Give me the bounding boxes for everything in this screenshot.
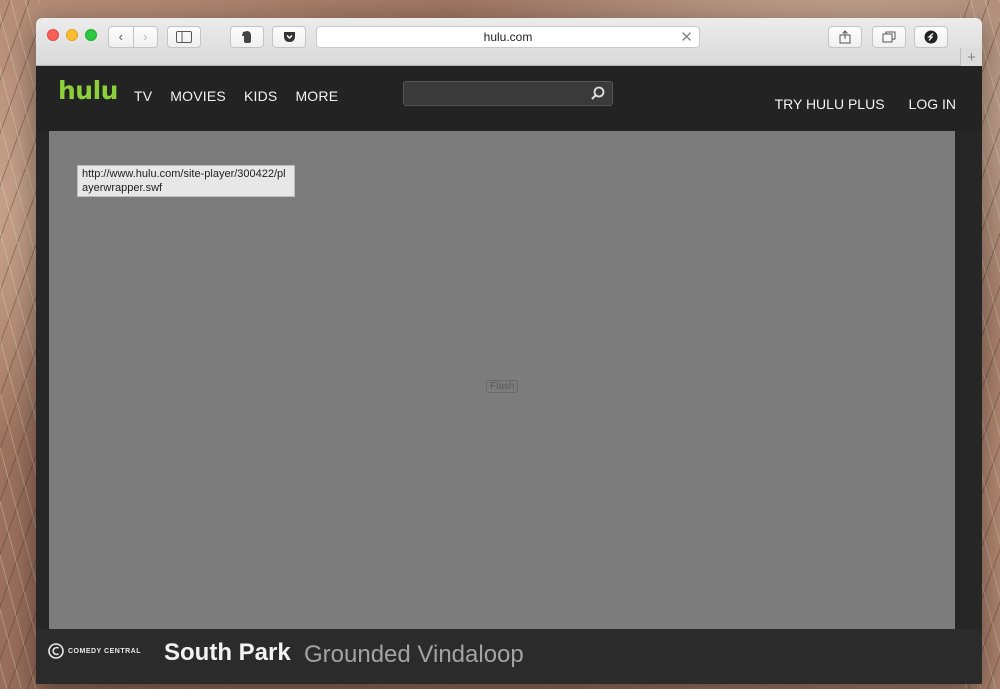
network-logo: COMEDY CENTRAL [48,643,141,659]
evernote-button[interactable] [230,26,264,48]
search-input[interactable] [403,81,613,106]
pocket-icon [283,32,295,42]
close-icon[interactable]: ✕ [680,29,693,47]
show-title[interactable]: South Park [164,639,291,667]
tabs-icon [882,31,896,43]
try-hulu-plus-link[interactable]: TRY HULU PLUS [775,96,885,112]
sidebar-icon [176,31,192,43]
sidebar-button[interactable] [167,26,201,48]
browser-toolbar: ‹ › hulu.com ✕ + [36,18,982,66]
extension-icon [924,30,938,44]
extension-button[interactable] [914,26,948,48]
search-icon[interactable] [589,85,606,102]
plus-icon: + [967,48,976,66]
nav-kids[interactable]: KIDS [244,88,277,104]
episode-title: Grounded Vindaloop [304,641,524,668]
player-area: http://www.hulu.com/site-player/300422/p… [36,131,982,629]
log-in-link[interactable]: LOG IN [909,96,956,112]
desktop-background-left [0,0,40,689]
chevron-left-icon[interactable]: ‹ [109,27,134,47]
new-tab-button[interactable]: + [960,48,982,66]
minimize-window-button[interactable] [66,29,78,41]
hulu-header: hulu TV MOVIES KIDS MORE TRY HULU PLUS L… [36,66,982,131]
main-nav: TV MOVIES KIDS MORE [134,88,338,104]
hulu-logo[interactable]: hulu [58,76,118,105]
show-tabs-button[interactable] [872,26,906,48]
evernote-icon [242,31,251,43]
comedy-central-icon [48,643,64,659]
video-player[interactable]: http://www.hulu.com/site-player/300422/p… [49,131,955,629]
nav-more[interactable]: MORE [295,88,338,104]
nav-tv[interactable]: TV [134,88,152,104]
nav-movies[interactable]: MOVIES [170,88,226,104]
back-forward-group: ‹ › [108,26,158,48]
close-window-button[interactable] [47,29,59,41]
zoom-window-button[interactable] [85,29,97,41]
browser-window: ‹ › hulu.com ✕ + hulu TV MOVIES KIDS MOR… [36,18,982,684]
chevron-right-icon[interactable]: › [134,27,158,47]
share-button[interactable] [828,26,862,48]
plugin-url-tooltip: http://www.hulu.com/site-player/300422/p… [77,165,295,197]
address-text: hulu.com [483,30,533,44]
address-bar[interactable]: hulu.com ✕ [316,26,700,48]
show-info-bar: COMEDY CENTRAL South Park Grounded Vinda… [36,629,982,684]
network-name: COMEDY CENTRAL [68,647,141,655]
share-icon [839,30,851,44]
window-controls [47,29,97,41]
pocket-button[interactable] [272,26,306,48]
flash-plugin-label[interactable]: Flash [486,380,519,393]
account-nav: TRY HULU PLUS LOG IN [775,96,956,112]
